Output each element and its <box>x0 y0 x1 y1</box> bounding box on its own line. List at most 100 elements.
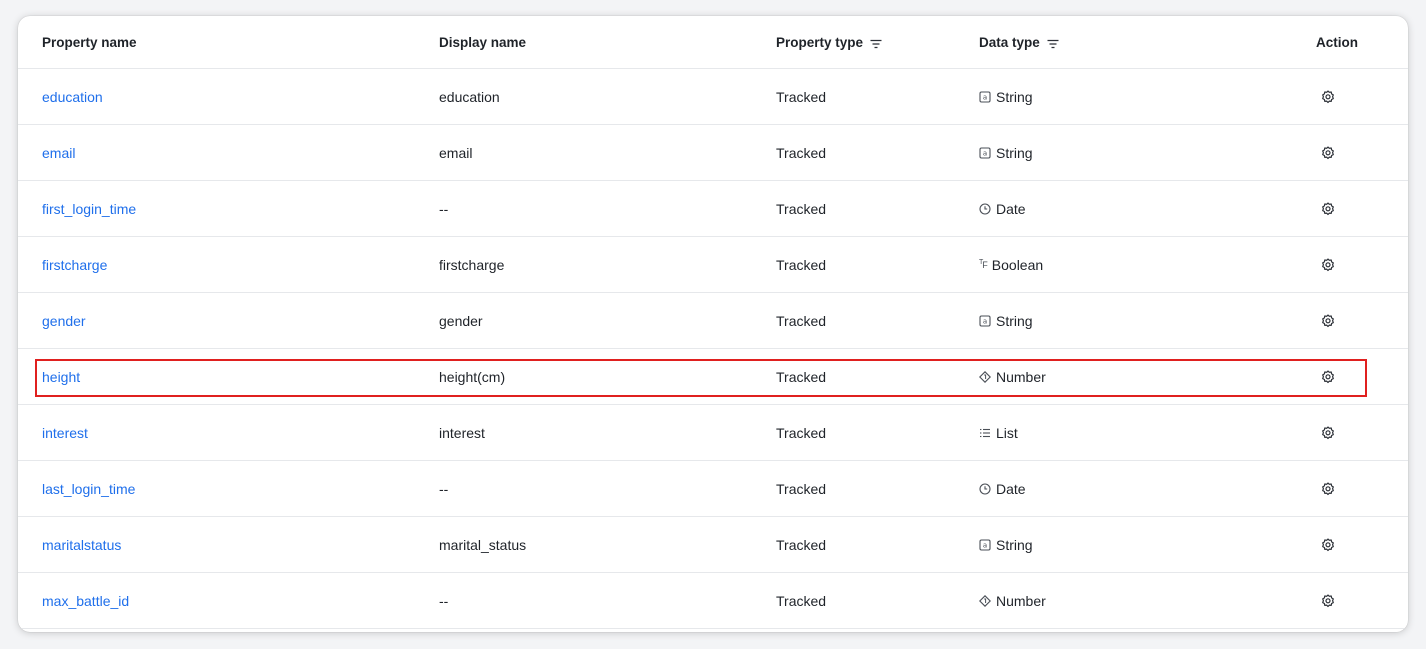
data-type-cell: Number <box>979 349 1046 404</box>
column-header-action: Action <box>1316 16 1358 68</box>
settings-gear-icon[interactable] <box>1321 537 1335 552</box>
data-type-label: Number <box>996 592 1046 609</box>
svg-text:a: a <box>983 93 987 101</box>
action-cell <box>1321 125 1335 180</box>
display-name-cell: -- <box>439 480 449 497</box>
data-type-cell: TF Boolean <box>979 237 1043 292</box>
svg-text:a: a <box>983 317 987 325</box>
string-icon: a <box>979 146 991 159</box>
table-row: gender gender Tracked a String <box>18 293 1408 349</box>
property-name-link[interactable]: max_battle_id <box>42 593 129 609</box>
settings-gear-icon[interactable] <box>1321 201 1335 216</box>
string-icon: a <box>979 538 991 551</box>
settings-gear-icon[interactable] <box>1321 145 1335 160</box>
list-icon <box>979 427 991 439</box>
svg-text:a: a <box>983 149 987 157</box>
table-row: firstcharge firstcharge Tracked TF Boolean <box>18 237 1408 293</box>
data-type-cell: Date <box>979 461 1026 516</box>
action-cell <box>1321 181 1335 236</box>
filter-icon[interactable] <box>870 37 882 49</box>
data-type-cell: a String <box>979 125 1033 180</box>
settings-gear-icon[interactable] <box>1321 593 1335 608</box>
property-name-cell: education <box>42 69 103 124</box>
data-type-label: String <box>996 88 1033 105</box>
property-type-cell: Tracked <box>776 312 827 329</box>
action-cell <box>1321 405 1335 460</box>
table-row: first_login_time -- Tracked Date <box>18 181 1408 237</box>
data-type-cell: a String <box>979 517 1033 572</box>
display-name-cell: -- <box>439 200 449 217</box>
data-type-cell: a String <box>979 293 1033 348</box>
property-type-cell: Tracked <box>776 88 827 105</box>
property-type-cell: Tracked <box>776 592 827 609</box>
string-icon: a <box>979 314 991 327</box>
table-row: max_battle_id -- Tracked Number <box>18 573 1408 629</box>
properties-table: Property name Display name Property type… <box>18 16 1408 632</box>
display-name-cell: -- <box>439 592 449 609</box>
action-cell <box>1321 349 1335 404</box>
property-name-link[interactable]: last_login_time <box>42 481 135 497</box>
property-name-link[interactable]: maritalstatus <box>42 537 121 553</box>
column-header-label: Action <box>1316 34 1358 50</box>
data-type-cell: a String <box>979 69 1033 124</box>
property-name-cell: maritalstatus <box>42 517 121 572</box>
column-header-label: Display name <box>439 34 527 50</box>
action-cell <box>1321 573 1335 628</box>
action-cell <box>1321 517 1335 572</box>
data-type-label: String <box>996 536 1033 553</box>
settings-gear-icon[interactable] <box>1321 369 1335 384</box>
filter-icon[interactable] <box>1047 37 1059 49</box>
action-cell <box>1321 461 1335 516</box>
property-name-cell: email <box>42 125 75 180</box>
data-type-cell: Number <box>979 573 1046 628</box>
property-type-cell: Tracked <box>776 368 827 385</box>
data-type-label: Boolean <box>991 256 1044 273</box>
settings-gear-icon[interactable] <box>1321 425 1335 440</box>
property-name-link[interactable]: height <box>42 369 80 385</box>
property-type-cell: Tracked <box>776 480 827 497</box>
data-type-label: String <box>996 144 1033 161</box>
table-row: height height(cm) Tracked Number <box>18 349 1408 405</box>
property-type-cell: Tracked <box>776 200 827 217</box>
property-name-link[interactable]: interest <box>42 425 88 441</box>
column-header-data-type: Data type <box>979 16 1059 68</box>
string-icon: a <box>979 90 991 103</box>
display-name-cell: interest <box>439 424 485 441</box>
svg-text:a: a <box>983 541 987 549</box>
clock-icon <box>979 202 991 215</box>
number-icon <box>979 370 991 383</box>
column-header-label: Property type <box>776 34 864 50</box>
table-row: email email Tracked a String <box>18 125 1408 181</box>
property-name-cell: interest <box>42 405 88 460</box>
property-name-cell: max_battle_id <box>42 573 129 628</box>
property-name-cell: height <box>42 349 80 404</box>
table-header: Property name Display name Property type… <box>18 16 1408 69</box>
data-type-label: Date <box>996 480 1026 497</box>
boolean-icon: TF <box>979 259 988 270</box>
action-cell <box>1321 293 1335 348</box>
display-name-cell: email <box>439 144 473 161</box>
property-type-cell: Tracked <box>776 256 827 273</box>
column-header-display-name: Display name <box>439 16 526 68</box>
settings-gear-icon[interactable] <box>1321 89 1335 104</box>
property-name-link[interactable]: firstcharge <box>42 257 107 273</box>
property-name-link[interactable]: email <box>42 145 75 161</box>
property-name-link[interactable]: gender <box>42 313 86 329</box>
settings-gear-icon[interactable] <box>1321 481 1335 496</box>
settings-gear-icon[interactable] <box>1321 313 1335 328</box>
column-header-label: Property name <box>42 34 137 50</box>
data-type-label: String <box>996 312 1033 329</box>
property-name-cell: firstcharge <box>42 237 107 292</box>
property-name-link[interactable]: first_login_time <box>42 201 136 217</box>
settings-gear-icon[interactable] <box>1321 257 1335 272</box>
property-name-cell: first_login_time <box>42 181 136 236</box>
data-type-cell: Date <box>979 181 1026 236</box>
page: Property name Display name Property type… <box>0 0 1426 649</box>
property-type-cell: Tracked <box>776 424 827 441</box>
display-name-cell: height(cm) <box>439 368 506 385</box>
property-name-link[interactable]: education <box>42 89 103 105</box>
property-name-cell: gender <box>42 293 86 348</box>
table-row: maritalstatus marital_status Tracked a Strin… <box>18 517 1408 573</box>
data-type-label: Number <box>996 368 1046 385</box>
clock-icon <box>979 482 991 495</box>
